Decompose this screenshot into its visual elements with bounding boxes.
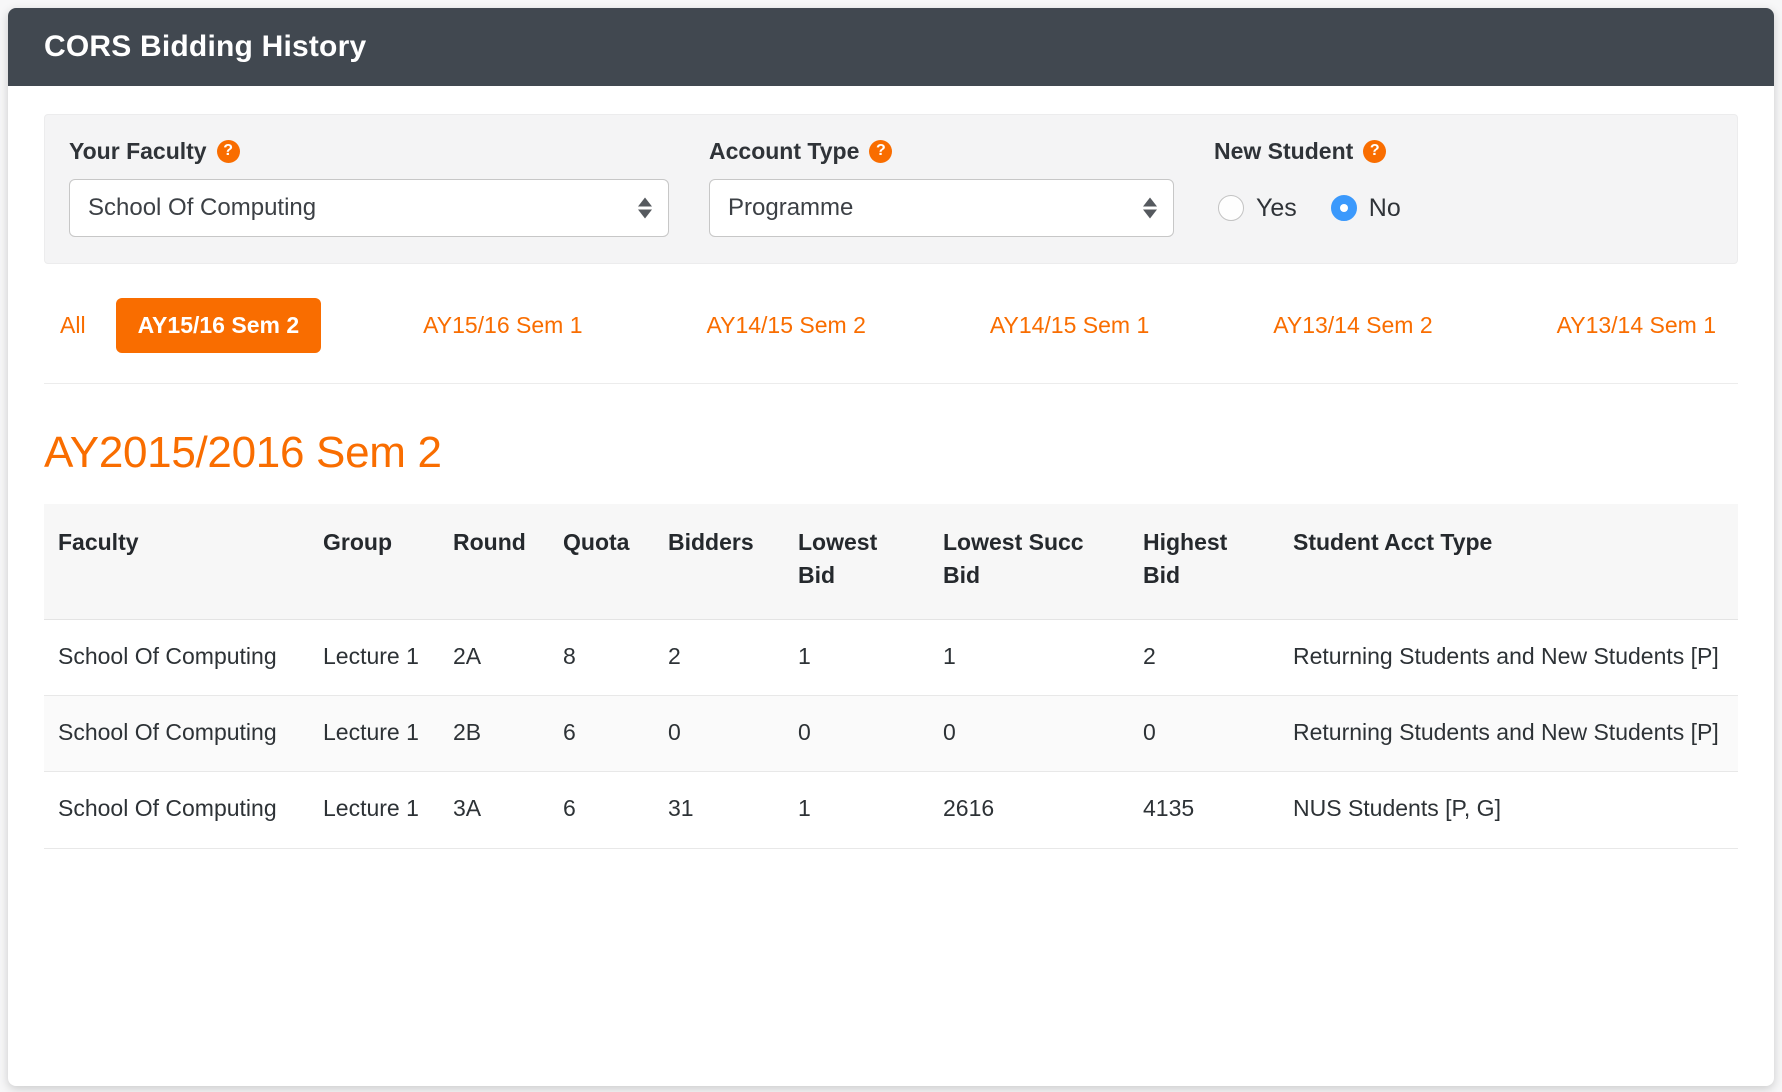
new-student-label-text: New Student (1214, 137, 1354, 164)
faculty-select-value: School Of Computing (88, 194, 317, 221)
account-type-filter-group: Account Type ? Programme (709, 137, 1214, 237)
cell-quota: 8 (549, 619, 654, 697)
radio-checked-icon[interactable] (1330, 195, 1357, 221)
account-type-label-text: Account Type (709, 137, 860, 164)
tab-ay1516-sem2[interactable]: AY15/16 Sem 2 (115, 298, 322, 353)
account-type-select[interactable]: Programme (709, 179, 1174, 237)
cell-faculty: School Of Computing (44, 695, 309, 773)
cell-lowest-succ-bid: 2616 (929, 771, 1129, 849)
help-icon[interactable]: ? (216, 139, 240, 163)
filter-panel: Your Faculty ? School Of Computing Accou… (44, 114, 1738, 264)
cell-quota: 6 (549, 695, 654, 773)
faculty-select[interactable]: School Of Computing (69, 179, 669, 237)
semester-tabs: All AY15/16 Sem 2 AY15/16 Sem 1 AY14/15 … (44, 264, 1738, 384)
results-title: AY2015/2016 Sem 2 (44, 428, 442, 477)
cell-faculty: School Of Computing (44, 619, 309, 697)
cell-lowest-succ-bid: 1 (929, 619, 1129, 697)
tab-ay1415-sem1[interactable]: AY14/15 Sem 1 (968, 298, 1171, 353)
new-student-filter-group: New Student ? Yes No (1214, 137, 1713, 237)
cell-highest-bid: 0 (1129, 695, 1279, 773)
column-header-round: Round (439, 504, 549, 620)
cors-bidding-history-modal: CORS Bidding History Your Faculty ? Scho… (8, 8, 1774, 1086)
table-row: School Of Computing Lecture 1 2B 6 0 0 0… (44, 695, 1738, 773)
page-title: CORS Bidding History (44, 30, 367, 63)
cell-group: Lecture 1 (309, 695, 439, 773)
tab-ay1516-sem1[interactable]: AY15/16 Sem 1 (401, 298, 604, 353)
table-row: School Of Computing Lecture 1 2A 8 2 1 1… (44, 619, 1738, 697)
column-header-student-acct-type: Student Acct Type (1279, 504, 1738, 620)
cell-round: 3A (439, 771, 549, 849)
table-header: Faculty Group Round Quota Bidders Lowest… (44, 504, 1738, 620)
cell-lowest-bid: 1 (784, 619, 929, 697)
modal-header: CORS Bidding History (8, 8, 1774, 86)
column-header-lowest-succ-bid: Lowest Succ Bid (929, 504, 1129, 620)
table-row: School Of Computing Lecture 1 3A 6 31 1 … (44, 771, 1738, 849)
new-student-radio-yes[interactable]: Yes (1218, 194, 1297, 223)
account-type-label: Account Type ? (709, 137, 1214, 165)
new-student-yes-label: Yes (1256, 193, 1297, 222)
bidding-history-table: Faculty Group Round Quota Bidders Lowest… (44, 504, 1738, 849)
account-type-select-value: Programme (728, 194, 854, 221)
tab-ay1415-sem2[interactable]: AY14/15 Sem 2 (684, 298, 887, 353)
modal-body: Your Faculty ? School Of Computing Accou… (8, 86, 1774, 1086)
faculty-label-text: Your Faculty (69, 137, 207, 164)
cell-round: 2B (439, 695, 549, 773)
cell-group: Lecture 1 (309, 619, 439, 697)
chevron-updown-icon (638, 197, 652, 219)
faculty-label: Your Faculty ? (69, 137, 709, 165)
help-icon[interactable]: ? (869, 139, 893, 163)
new-student-no-label: No (1368, 193, 1401, 222)
cell-round: 2A (439, 619, 549, 697)
tab-all[interactable]: All (44, 298, 102, 353)
cell-lowest-bid: 1 (784, 771, 929, 849)
table-body: School Of Computing Lecture 1 2A 8 2 1 1… (44, 619, 1738, 849)
tab-ay1314-sem1[interactable]: AY13/14 Sem 1 (1535, 298, 1738, 353)
new-student-radio-no[interactable]: No (1330, 193, 1401, 223)
cell-bidders: 2 (654, 619, 784, 697)
new-student-label: New Student ? (1214, 137, 1713, 165)
column-header-bidders: Bidders (654, 504, 784, 620)
cell-student-acct-type: Returning Students and New Students [P] (1279, 695, 1738, 773)
cell-student-acct-type: Returning Students and New Students [P] (1279, 619, 1738, 697)
table-header-row: Faculty Group Round Quota Bidders Lowest… (44, 504, 1738, 620)
cell-student-acct-type: NUS Students [P, G] (1279, 771, 1738, 849)
cell-faculty: School Of Computing (44, 771, 309, 849)
cell-highest-bid: 2 (1129, 619, 1279, 697)
chevron-updown-icon (1143, 197, 1157, 219)
column-header-quota: Quota (549, 504, 654, 620)
cell-group: Lecture 1 (309, 771, 439, 849)
cell-lowest-bid: 0 (784, 695, 929, 773)
new-student-radio-group: Yes No (1214, 179, 1713, 237)
cell-highest-bid: 4135 (1129, 771, 1279, 849)
help-icon[interactable]: ? (1363, 139, 1387, 163)
column-header-faculty: Faculty (44, 504, 309, 620)
cell-quota: 6 (549, 771, 654, 849)
radio-unchecked-icon[interactable] (1218, 195, 1244, 221)
column-header-lowest-bid: Lowest Bid (784, 504, 929, 620)
tab-ay1314-sem2[interactable]: AY13/14 Sem 2 (1251, 298, 1454, 353)
faculty-filter-group: Your Faculty ? School Of Computing (69, 137, 709, 237)
cell-lowest-succ-bid: 0 (929, 695, 1129, 773)
column-header-highest-bid: Highest Bid (1129, 504, 1279, 620)
column-header-group: Group (309, 504, 439, 620)
cell-bidders: 31 (654, 771, 784, 849)
cell-bidders: 0 (654, 695, 784, 773)
